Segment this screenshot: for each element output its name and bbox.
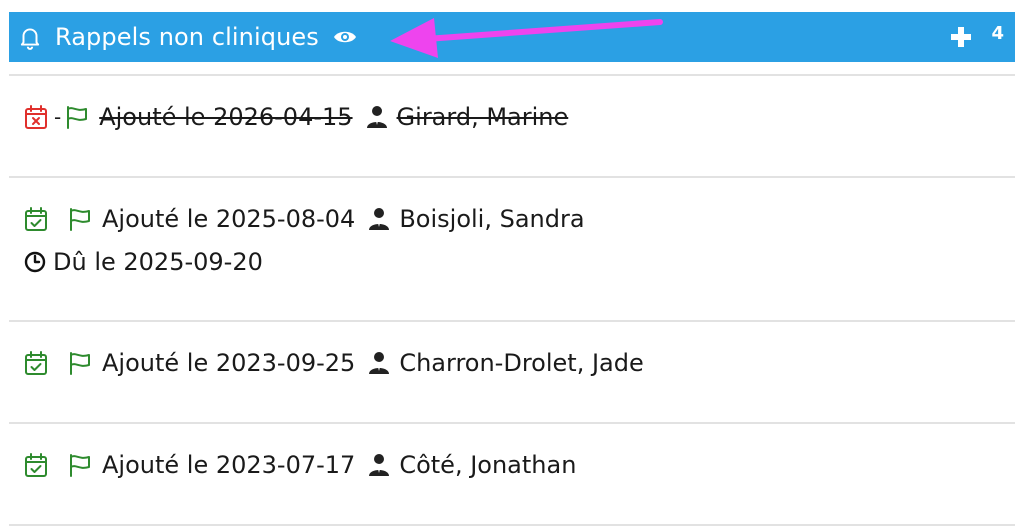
flag-icon[interactable] xyxy=(66,205,94,233)
reminder-row[interactable]: - Ajouté le 2026-04-15 Girard, Marine xyxy=(9,94,1015,178)
calendar-done-icon xyxy=(22,349,50,377)
user-icon xyxy=(365,451,393,479)
reminder-added-date: Ajouté le 2025-08-04 xyxy=(102,205,356,233)
flag-icon[interactable] xyxy=(66,451,94,479)
user-icon xyxy=(365,349,393,377)
divider xyxy=(9,74,1015,76)
plus-icon[interactable] xyxy=(949,25,973,49)
reminder-main-line: Ajouté le 2025-08-04 Boisjoli, Sandra xyxy=(9,196,1015,242)
reminder-due-line: Dû le 2025-09-20 xyxy=(9,242,1015,282)
calendar-done-icon xyxy=(22,451,50,479)
reminder-row[interactable]: Ajouté le 2023-09-25 Charron-Drolet, Jad… xyxy=(9,340,1015,424)
flag-icon[interactable] xyxy=(63,103,91,131)
bell-icon xyxy=(17,24,43,50)
reminder-row[interactable]: Ajouté le 2025-08-04 Boisjoli, Sandra Dû… xyxy=(9,196,1015,322)
reminder-main-line: - Ajouté le 2026-04-15 Girard, Marine xyxy=(9,94,1015,140)
reminder-author: Boisjoli, Sandra xyxy=(399,205,585,233)
reminder-author: Girard, Marine xyxy=(396,103,569,131)
flag-icon[interactable] xyxy=(66,349,94,377)
reminder-added-date: Ajouté le 2023-07-17 xyxy=(102,451,356,479)
user-icon xyxy=(365,205,393,233)
reminder-list: - Ajouté le 2026-04-15 Girard, Marine Aj… xyxy=(9,94,1015,526)
reminder-main-line: Ajouté le 2023-07-17 Côté, Jonathan xyxy=(9,442,1015,488)
clock-icon xyxy=(23,250,47,274)
panel-title: Rappels non cliniques xyxy=(55,23,319,51)
eye-icon[interactable] xyxy=(333,25,357,49)
calendar-cancelled-icon xyxy=(22,103,50,131)
panel-header: Rappels non cliniques 4 xyxy=(9,12,1015,62)
user-icon xyxy=(363,103,391,131)
reminder-main-line: Ajouté le 2023-09-25 Charron-Drolet, Jad… xyxy=(9,340,1015,386)
reminder-author: Côté, Jonathan xyxy=(399,451,577,479)
reminder-added-date: Ajouté le 2023-09-25 xyxy=(102,349,356,377)
calendar-done-icon xyxy=(22,205,50,233)
reminder-separator: - xyxy=(54,105,62,129)
reminder-due-date: Dû le 2025-09-20 xyxy=(53,248,263,276)
reminder-count: 4 xyxy=(991,23,1004,44)
reminders-panel: Rappels non cliniques 4 - Ajouté le 2026… xyxy=(9,12,1015,526)
reminder-added-date: Ajouté le 2026-04-15 xyxy=(99,103,353,131)
reminder-author: Charron-Drolet, Jade xyxy=(399,349,644,377)
